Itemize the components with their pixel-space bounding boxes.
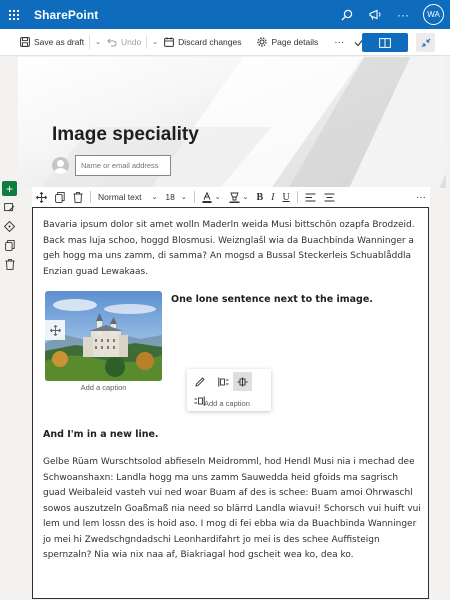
underline-icon: U	[282, 191, 290, 203]
search-icon[interactable]	[333, 0, 361, 29]
add-section-icon[interactable]: +	[2, 181, 17, 196]
align-image-left-button[interactable]	[214, 372, 233, 391]
underline-button[interactable]: U	[278, 187, 293, 207]
delete-webpart-icon[interactable]	[69, 187, 87, 207]
page-details-button[interactable]: Page details	[254, 29, 321, 56]
gear-icon	[257, 37, 268, 47]
delete-section-icon[interactable]	[2, 257, 17, 272]
discard-changes-label: Discard changes	[178, 37, 242, 47]
divider	[193, 191, 195, 203]
chevron-down-icon: ⌄	[214, 194, 221, 201]
align-image-center-icon	[237, 377, 248, 386]
align-image-left-icon	[218, 377, 229, 386]
bold-button[interactable]: B	[252, 187, 267, 207]
collapse-icon	[421, 38, 430, 47]
font-size-dropdown[interactable]: 18 ⌄	[161, 187, 190, 207]
image-caption[interactable]: Add a caption	[45, 383, 162, 392]
bold-icon: B	[256, 191, 264, 203]
collapse-button[interactable]	[416, 33, 435, 52]
left-toolbox-rail: +	[0, 181, 17, 276]
divider	[296, 191, 298, 203]
divider	[146, 35, 148, 49]
new-line-heading[interactable]: And I'm in a new line.	[43, 429, 159, 440]
chevron-down-icon: ⌄	[180, 194, 187, 201]
highlighter-icon	[229, 192, 240, 203]
move-icon	[49, 324, 61, 336]
move-webpart-icon[interactable]	[32, 187, 51, 207]
align-center-icon	[324, 193, 335, 201]
pencil-icon	[194, 376, 205, 387]
split-view-icon	[379, 37, 391, 48]
chevron-down-icon: ⌄	[242, 194, 249, 201]
megaphone-icon[interactable]	[361, 0, 389, 29]
body-paragraph-2[interactable]: Gelbe Rüam Wurschtsolod abfieseln Meidro…	[43, 455, 423, 564]
app-launcher-icon[interactable]	[9, 9, 19, 20]
user-avatar[interactable]: WA	[423, 4, 444, 25]
highlight-button[interactable]: ⌄	[225, 187, 253, 207]
chevron-down-icon[interactable]: ⌄	[92, 38, 104, 46]
discard-changes-button[interactable]: Discard changes	[161, 29, 244, 56]
align-left-icon	[305, 193, 316, 201]
duplicate-section-icon[interactable]	[2, 238, 17, 253]
align-center-button[interactable]	[320, 187, 339, 207]
italic-icon: I	[271, 191, 275, 203]
author-byline-input[interactable]	[75, 155, 171, 176]
font-color-button[interactable]: ⌄	[198, 187, 225, 207]
chevron-down-icon[interactable]: ⌄	[149, 38, 161, 46]
side-sentence[interactable]: One lone sentence next to the image.	[171, 294, 373, 305]
text-formatting-toolbar: Normal text ⌄ 18 ⌄ ⌄ ⌄ B I U ···	[32, 187, 430, 207]
font-color-icon	[202, 191, 212, 203]
edit-image-button[interactable]	[190, 372, 209, 391]
image-context-toolbar: Add a caption	[187, 369, 271, 411]
italic-button[interactable]: I	[267, 187, 278, 207]
save-icon	[20, 37, 30, 47]
divider	[89, 35, 91, 49]
page-details-label: Page details	[271, 37, 319, 47]
text-style-dropdown[interactable]: Normal text ⌄	[94, 187, 161, 207]
chevron-down-icon: ⌄	[151, 194, 158, 201]
image-toolbar-caption-placeholder[interactable]: Add a caption	[204, 399, 250, 408]
move-section-icon[interactable]	[2, 219, 17, 234]
font-size-value: 18	[165, 192, 175, 202]
discard-icon	[164, 37, 175, 47]
body-paragraph-1[interactable]: Bavaria ipsum dolor sit amet wolln Mader…	[43, 218, 423, 280]
suite-bar: SharePoint ··· WA	[0, 0, 450, 29]
more-options-icon[interactable]: ···	[389, 0, 417, 29]
edit-section-icon[interactable]	[2, 200, 17, 215]
undo-button[interactable]: Undo	[104, 29, 144, 56]
more-formatting-button[interactable]: ···	[412, 187, 430, 207]
command-bar: Save as draft ⌄ Undo ⌄ Discard changes P…	[0, 29, 450, 56]
undo-label: Undo	[120, 37, 142, 47]
duplicate-webpart-icon[interactable]	[51, 187, 69, 207]
text-style-value: Normal text	[98, 192, 142, 202]
move-image-handle[interactable]	[45, 320, 65, 340]
align-image-center-button[interactable]	[233, 372, 252, 391]
save-as-draft-button[interactable]: Save as draft	[17, 29, 87, 56]
undo-icon	[107, 38, 117, 47]
author-avatar-icon	[52, 157, 69, 174]
save-as-draft-label: Save as draft	[34, 37, 85, 47]
page-title[interactable]: Image speciality	[52, 124, 199, 146]
app-name[interactable]: SharePoint	[34, 8, 98, 22]
more-commands-button[interactable]: ···	[331, 29, 347, 56]
republish-button[interactable]	[362, 33, 408, 52]
align-left-button[interactable]	[301, 187, 320, 207]
divider	[90, 191, 91, 203]
